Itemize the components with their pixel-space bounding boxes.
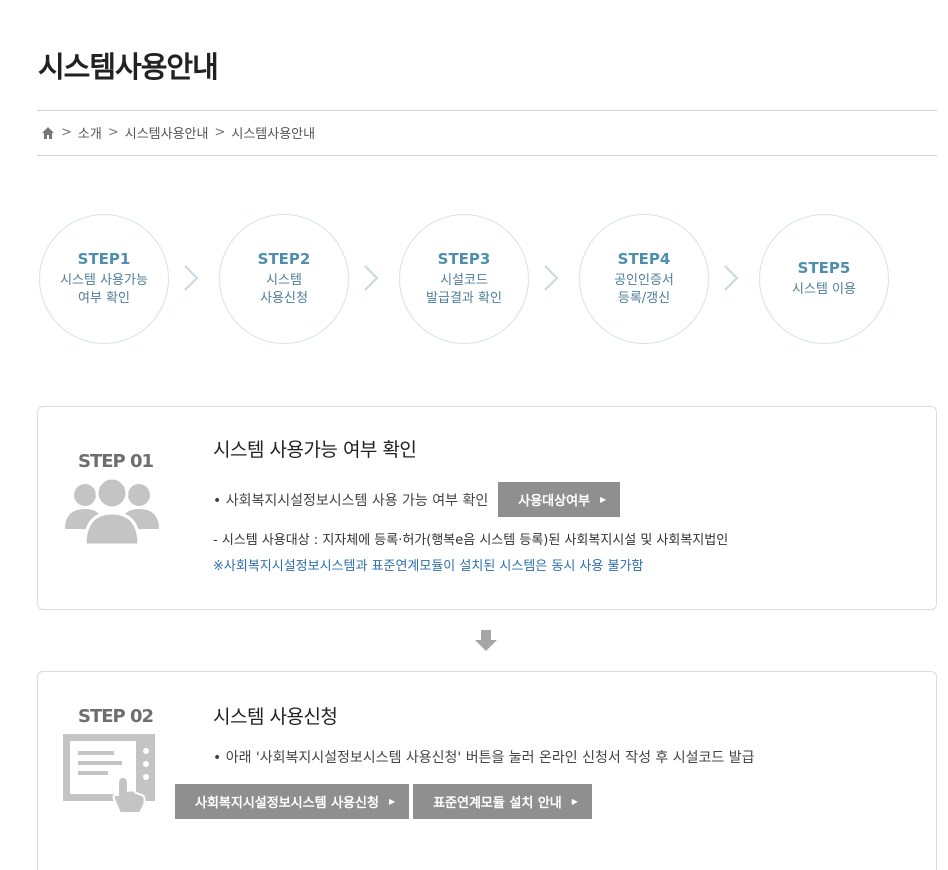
breadcrumb-item-guide[interactable]: 시스템사용안내 [125,123,209,142]
divider-breadcrumb [37,155,937,156]
step01-note: - 시스템 사용대상 : 지자체에 등록·허가(행복e음 시스템 등록)된 사회… [213,533,729,548]
triangle-right-icon: ▶ [571,797,578,806]
step-number: STEP5 [797,259,851,277]
step-text: 시스템 사용가능 여부 확인 [60,273,148,306]
breadcrumb-separator: > [61,125,72,140]
breadcrumb-item-current: 시스템사용안내 [231,127,316,142]
step-number: STEP4 [617,250,671,268]
form-document-icon [63,734,155,814]
module-install-guide-button[interactable]: 표준연계모듈 설치 안내 ▶ [413,784,592,819]
breadcrumb: > 소개 > 시스템사용안내 > 시스템사용안내 [41,123,315,142]
triangle-right-icon: ▶ [388,797,396,806]
users-icon [65,476,159,545]
step-number: STEP3 [437,250,491,268]
chevron-right-icon [544,265,559,291]
step-text: 시스템 사용신청 [260,273,308,306]
step-circle-3: STEP3 시설코드 발급결과 확인 [399,214,529,344]
module-install-guide-button-label: 표준연계모듈 설치 안내 [433,796,562,811]
step02-label: STEP 02 [78,706,154,727]
chevron-right-icon [184,265,199,291]
step01-warning: ※사회복지시설정보시스템과 표준연계모듈이 설치된 시스템은 동시 사용 불가함 [213,559,644,574]
step02-title: 시스템 사용신청 [213,706,338,728]
step01-bullet-text: • 사회복지시설정보시스템 사용 가능 여부 확인 [213,492,489,509]
step-text: 시설코드 발급결과 확인 [426,273,502,306]
step01-card: STEP 01 시스템 사용가능 여부 확인 • 사회복지시설정보시스템 사용 … [37,406,937,610]
step01-bullet: • 사회복지시설정보시스템 사용 가능 여부 확인 사용대상여부 ▶ [213,482,621,517]
step02-buttons: 사회복지시설정보시스템 사용신청 ▶ 표준연계모듈 설치 안내 ▶ [175,784,592,819]
home-icon[interactable] [41,126,55,140]
chevron-right-icon [724,265,739,291]
check-eligibility-button-label: 사용대상여부 [518,494,590,509]
step-number: STEP2 [257,250,311,268]
step-circle-5: STEP5 시스템 이용 [759,214,889,344]
page-title: 시스템사용안내 [38,50,219,84]
step02-card: STEP 02 시스템 사용신청 • 아래 '사회복지시설정보시스템 사용신청'… [37,671,937,870]
step02-bullet: • 아래 '사회복지시설정보시스템 사용신청' 버튼을 눌러 온라인 신청서 작… [213,747,754,767]
step-number: STEP1 [77,250,131,268]
breadcrumb-item-intro[interactable]: 소개 [78,123,102,142]
step-circle-4: STEP4 공인인증서 등록/갱신 [579,214,709,344]
step-text: 시스템 이용 [792,282,856,297]
breadcrumb-separator: > [214,125,226,140]
step01-title: 시스템 사용가능 여부 확인 [213,439,417,461]
step-circle-1: STEP1 시스템 사용가능 여부 확인 [39,214,169,344]
breadcrumb-separator: > [107,125,119,140]
check-eligibility-button[interactable]: 사용대상여부 ▶ [498,482,621,517]
chevron-right-icon [364,265,379,291]
arrow-down-icon [475,630,497,651]
step-flow: STEP1 시스템 사용가능 여부 확인 STEP2 시스템 사용신청 STEP… [39,214,899,344]
triangle-right-icon: ▶ [600,495,607,504]
divider-top [37,110,937,111]
step02-bullet-text: • 아래 '사회복지시설정보시스템 사용신청' 버튼을 눌러 온라인 신청서 작… [213,750,755,766]
apply-system-button[interactable]: 사회복지시설정보시스템 사용신청 ▶ [175,784,410,819]
apply-system-button-label: 사회복지시설정보시스템 사용신청 [195,796,379,811]
step-text: 공인인증서 등록/갱신 [614,273,674,306]
step-circle-2: STEP2 시스템 사용신청 [219,214,349,344]
step01-label: STEP 01 [78,451,154,472]
